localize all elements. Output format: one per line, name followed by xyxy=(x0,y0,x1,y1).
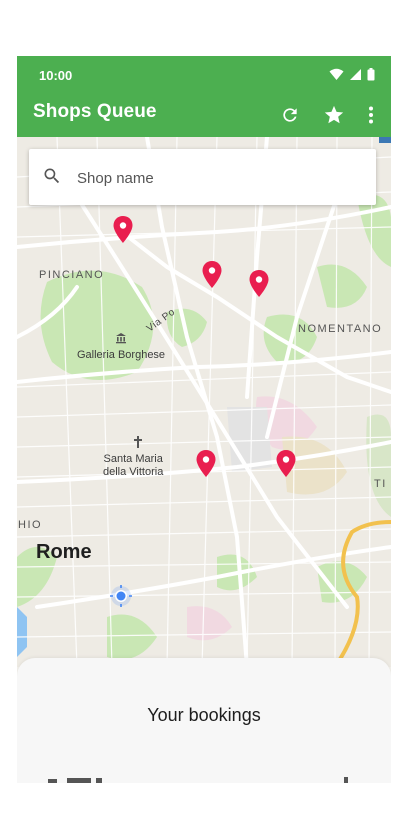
shop-name-search-input[interactable] xyxy=(75,161,359,195)
wifi-icon xyxy=(329,68,344,80)
map-label-hio: HIO xyxy=(18,519,43,531)
bookings-list-peek xyxy=(48,777,348,783)
map-label-santa-maria: Santa Maria della Vittoria xyxy=(103,453,163,479)
app-bar: Shops Queue xyxy=(17,94,391,137)
search-bar xyxy=(29,149,376,205)
status-bar: 10:00 xyxy=(17,56,391,94)
more-vert-icon xyxy=(369,106,373,124)
more-options-button[interactable] xyxy=(363,100,379,130)
shop-marker-3[interactable] xyxy=(249,270,269,298)
favorites-button[interactable] xyxy=(319,100,349,130)
status-icons xyxy=(329,68,375,81)
map-background xyxy=(17,137,391,667)
shop-marker-1[interactable] xyxy=(113,216,133,244)
shop-marker-5[interactable] xyxy=(276,450,296,478)
shop-marker-4[interactable] xyxy=(196,450,216,478)
map-label-pinciano: PINCIANO xyxy=(39,269,105,281)
app-title: Shops Queue xyxy=(33,101,157,122)
shop-marker-2[interactable] xyxy=(202,261,222,289)
map-view[interactable]: PINCIANO NOMENTANO Via Po Galleria Borgh… xyxy=(17,137,391,667)
refresh-button[interactable] xyxy=(275,100,305,130)
app-actions xyxy=(275,100,379,130)
bookings-bottom-sheet[interactable]: Your bookings xyxy=(17,658,391,783)
museum-icon xyxy=(116,333,126,344)
map-label-galleria-borghese: Galleria Borghese xyxy=(77,349,166,361)
search-icon xyxy=(44,168,60,184)
signal-icon xyxy=(350,69,361,80)
bookings-title: Your bookings xyxy=(147,705,261,725)
map-label-rome: Rome xyxy=(36,541,92,563)
star-icon xyxy=(324,105,344,124)
battery-icon xyxy=(367,68,375,81)
church-icon xyxy=(134,436,142,448)
status-time: 10:00 xyxy=(39,68,73,83)
map-label-ti: TI xyxy=(374,478,387,490)
map-label-santa-maria-text: Santa Maria della Vittoria xyxy=(103,453,164,478)
map-label-nomentano: NOMENTANO xyxy=(298,323,383,335)
my-location-icon xyxy=(110,585,132,607)
refresh-icon xyxy=(283,108,297,122)
phone-screen: 10:00 Shops Queue PINCIANO NOMENTANO Via… xyxy=(17,56,391,783)
